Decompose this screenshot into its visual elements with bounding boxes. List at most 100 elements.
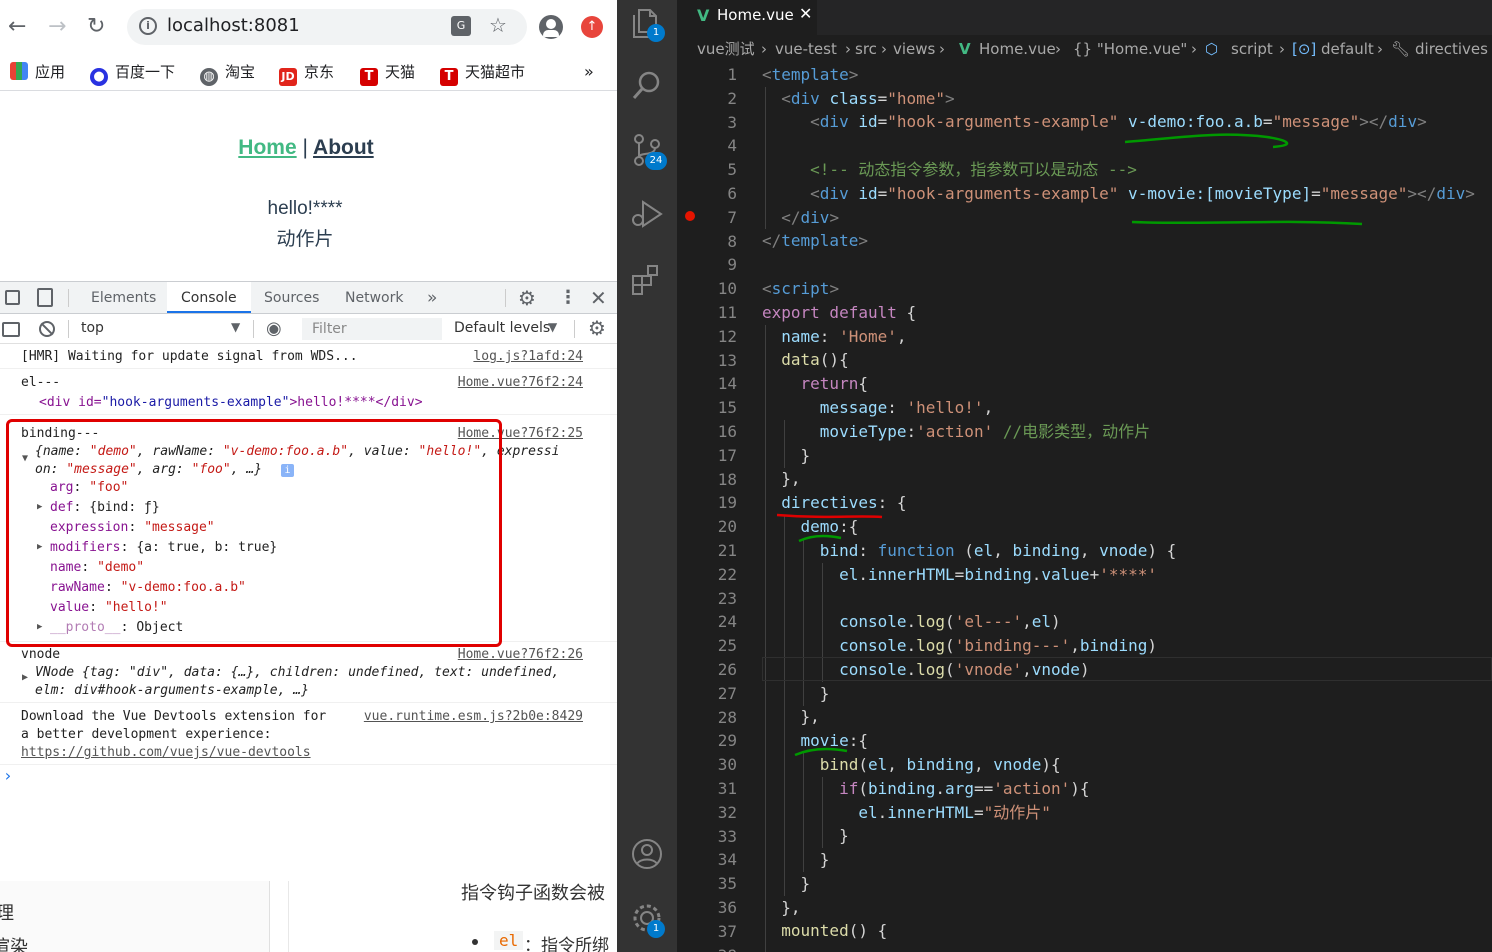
devtools-tabbar: Elements Console Sources Network » ⚙ ⋮ ✕ <box>0 282 617 314</box>
code-line-29: movie:{ <box>762 731 868 750</box>
code-line-18: }, <box>762 469 801 488</box>
code-line-5: <!-- 动态指令参数，指参数可以是动态 --> <box>762 160 1137 179</box>
kebab-menu-icon[interactable]: ⋮ <box>559 282 577 314</box>
search-icon[interactable] <box>629 68 665 104</box>
address-bar[interactable]: i localhost:8081 G ☆ <box>127 9 527 45</box>
nav-about-link[interactable]: About <box>313 136 374 159</box>
breadcrumb-item[interactable]: src <box>855 35 877 63</box>
bookmark-jd[interactable]: JD 京东 <box>279 59 334 86</box>
close-tab-icon[interactable]: ✕ <box>799 4 812 23</box>
chevron-right-icon: › <box>761 40 767 58</box>
tab-elements[interactable]: Elements <box>91 282 156 314</box>
devtools-link[interactable]: https://github.com/vuejs/vue-devtools <box>21 745 311 760</box>
code-line-28: }, <box>762 707 820 726</box>
bullet <box>472 939 478 945</box>
account-icon[interactable] <box>629 836 665 872</box>
console-prompt[interactable]: › <box>0 765 617 789</box>
code-line-11: export default { <box>762 303 917 322</box>
tab-console[interactable]: Console <box>167 282 251 313</box>
close-icon[interactable]: ✕ <box>590 282 607 314</box>
vnode-preview[interactable]: VNode {tag: "div", data: {…}, children: … <box>35 665 559 680</box>
code-line-22: el.innerHTML=binding.value+'****' <box>762 565 1157 584</box>
source-link[interactable]: Home.vue?76f2:24 <box>458 375 583 390</box>
log-levels-dropdown[interactable]: Default levels <box>454 320 550 336</box>
breadcrumb-item[interactable]: {} "Home.vue" <box>1073 35 1187 63</box>
breadcrumb-item[interactable]: directives <box>1415 35 1488 63</box>
code-line-7: </div> <box>762 208 840 227</box>
extensions-icon[interactable] <box>629 262 665 298</box>
breadcrumb-item[interactable]: views <box>893 35 935 63</box>
device-toolbar-icon[interactable] <box>37 288 53 307</box>
info-icon[interactable]: i <box>139 17 157 35</box>
sidebar-text: 渲染 <box>0 937 28 952</box>
eye-icon[interactable]: ◉ <box>266 318 282 339</box>
devtools-panel: Elements Console Sources Network » ⚙ ⋮ ✕… <box>0 281 617 881</box>
translate-icon[interactable]: G <box>451 16 471 36</box>
divider <box>253 320 254 338</box>
code-line-17: } <box>762 446 811 465</box>
bookmark-tmall-market[interactable]: T 天猫超市 <box>440 59 525 86</box>
clear-console-icon[interactable] <box>39 321 55 337</box>
tab-title: Home.vue <box>717 6 794 24</box>
breadcrumb-item[interactable]: default <box>1321 35 1374 63</box>
source-link[interactable]: Home.vue?76f2:26 <box>458 647 583 662</box>
bookmark-tmall[interactable]: T 天猫 <box>360 59 415 86</box>
star-icon[interactable]: ☆ <box>489 13 507 37</box>
baidu-paw-icon: ● <box>90 68 108 86</box>
tab-sources[interactable]: Sources <box>264 282 319 314</box>
code-line-37: mounted() { <box>762 921 888 940</box>
bookmark-baidu[interactable]: ● 百度一下 <box>90 59 175 86</box>
line-number: 36 <box>717 898 737 917</box>
line-number: 31 <box>717 779 737 798</box>
inspect-element-icon[interactable] <box>5 290 20 305</box>
profile-avatar-icon[interactable] <box>539 15 563 39</box>
breadcrumb: vue测试 › vue-test › src › views › V Home.… <box>677 35 1492 63</box>
run-debug-icon[interactable] <box>629 196 665 232</box>
divider <box>574 320 575 338</box>
bookmarks-more-button[interactable]: » <box>584 59 594 85</box>
code-line-27: } <box>762 684 830 703</box>
back-arrow-icon[interactable]: ← <box>8 13 26 41</box>
underlying-sidebar: 理 渲染 <box>0 881 270 952</box>
element-node[interactable]: <div id="hook-arguments-example">hello!*… <box>39 395 423 410</box>
reload-icon[interactable]: ↻ <box>87 13 105 41</box>
code-editor[interactable]: 1 2 3 4 5 6 7 8 9 10 11 12 13 14 15 16 17 18 19 20 21 22 23 24 2… <box>677 63 1492 952</box>
chevron-right-icon: › <box>939 40 945 58</box>
line-number: 5 <box>727 160 737 180</box>
chevron-down-icon[interactable]: ▼ <box>548 320 557 334</box>
breakpoint-icon[interactable] <box>685 211 695 221</box>
source-link[interactable]: log.js?1afd:24 <box>473 349 583 364</box>
line-number: 11 <box>717 303 737 322</box>
code-line-20: demo:{ <box>762 517 859 536</box>
forward-arrow-icon[interactable]: → <box>48 13 66 41</box>
nav-home-link[interactable]: Home <box>238 136 296 159</box>
bookmark-taobao[interactable]: ◍ 淘宝 <box>200 59 255 86</box>
breadcrumb-item[interactable]: Home.vue <box>979 35 1056 63</box>
line-number: 30 <box>717 755 737 775</box>
filter-input[interactable]: Filter <box>302 318 442 340</box>
breadcrumb-item[interactable]: script <box>1231 35 1273 63</box>
context-selector[interactable]: top <box>81 320 104 336</box>
code-line-24: console.log('el---',el) <box>762 612 1061 631</box>
tab-network[interactable]: Network <box>345 282 403 314</box>
code-line-13: data(){ <box>762 350 849 369</box>
expand-triangle-icon[interactable]: ▶ <box>22 672 28 683</box>
line-number: 37 <box>717 921 737 941</box>
chevron-right-icon: › <box>1377 40 1383 58</box>
console-message: el--- Home.vue?76f2:24 <div id="hook-arg… <box>0 369 617 415</box>
breadcrumb-item[interactable]: vue-test <box>775 35 837 63</box>
chevron-down-icon[interactable]: ▼ <box>231 320 240 334</box>
tab-home-vue[interactable]: V Home.vue ✕ <box>677 0 817 35</box>
more-tabs-button[interactable]: » <box>427 282 437 314</box>
apps-grid-icon <box>10 62 28 80</box>
breadcrumb-item[interactable]: vue测试 <box>697 35 755 63</box>
console-settings-icon[interactable]: ⚙ <box>588 316 606 340</box>
settings-gear-icon[interactable]: ⚙ <box>518 282 536 314</box>
sidebar-toggle-icon[interactable] <box>2 322 20 337</box>
line-number: 3 <box>727 112 737 132</box>
line-number: 20 <box>717 517 737 537</box>
source-link[interactable]: vue.runtime.esm.js?2b0e:8429 <box>364 709 583 724</box>
update-arrow-icon[interactable]: ↑ <box>581 16 603 38</box>
bookmark-apps[interactable]: 应用 <box>10 59 65 85</box>
code-line-15: message: 'hello!', <box>762 398 994 417</box>
